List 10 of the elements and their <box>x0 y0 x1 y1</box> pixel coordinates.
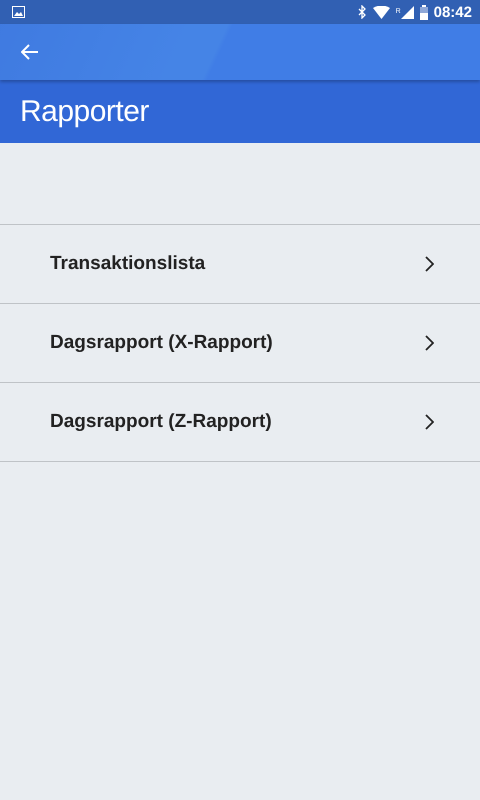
chevron-right-icon <box>425 335 434 351</box>
battery-icon <box>420 4 428 20</box>
clock-time: 08:42 <box>434 4 472 20</box>
chevron-right-icon <box>425 256 434 272</box>
chevron-right-icon <box>425 414 434 430</box>
bluetooth-icon <box>358 5 367 19</box>
page-title: Rapporter <box>20 94 149 128</box>
image-icon <box>12 6 25 18</box>
wifi-icon <box>372 6 390 18</box>
signal-icon <box>400 6 414 18</box>
